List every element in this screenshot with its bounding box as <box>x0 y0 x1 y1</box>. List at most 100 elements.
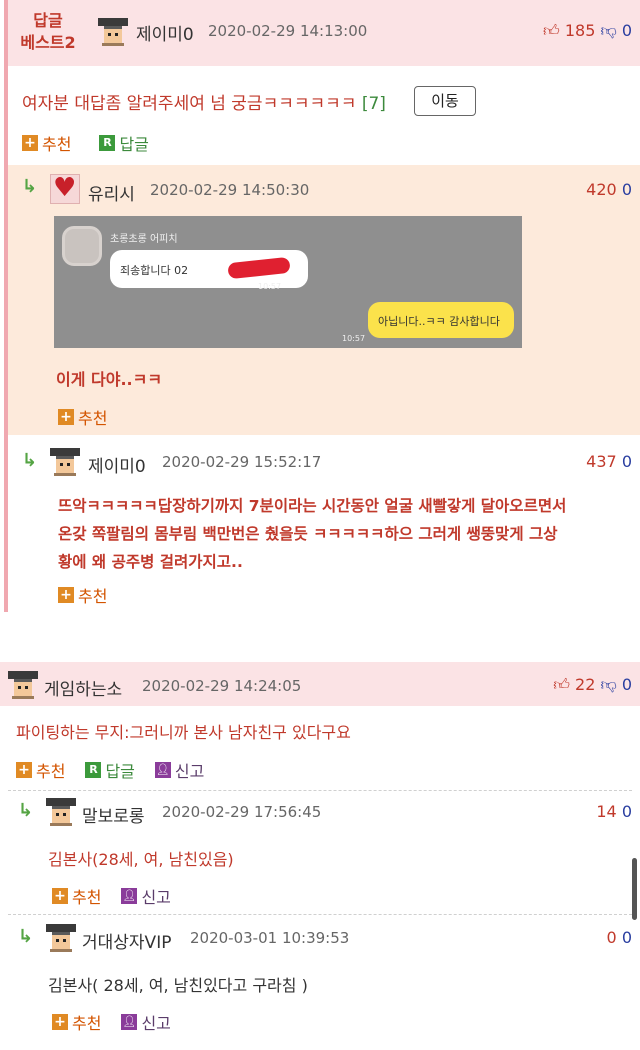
sender-name: 초롱초롱 어피치 <box>110 234 178 245</box>
reply-date: 2020-03-01 10:39:53 <box>190 929 350 947</box>
reply-actions: + 추천 👤︎ 신고 <box>52 1010 171 1034</box>
reply-text: 김본사( 28세, 여, 남친있다고 구라침 ) <box>48 976 308 995</box>
reply-actions: + 추천 <box>58 405 107 429</box>
scrollbar-thumb[interactable] <box>632 858 637 920</box>
outgoing-text: 아닙니다..ㅋㅋ 감사합니다 <box>378 315 500 328</box>
reply-score: 14 0 <box>540 802 632 821</box>
score-value: 437 <box>586 452 617 471</box>
score-zero: 0 <box>621 452 632 471</box>
up-count: 22 <box>575 675 596 694</box>
plus-icon: + <box>22 135 38 151</box>
reply-text: 김본사(28세, 여, 남친있음) <box>48 850 234 869</box>
reply-nick[interactable]: 거대상자VIP <box>82 928 171 953</box>
post-actions: + 추천 R 답글 👤︎ 신고 <box>16 758 204 782</box>
report-icon: 👤︎ <box>121 1014 138 1030</box>
post-date: 2020-02-29 14:24:05 <box>142 677 302 695</box>
reply-text-line-1: 뜨악ㅋㅋㅋㅋㅋ답장하기까지 7분이라는 시간동안 얼굴 새빨갛게 달아오르면서 <box>58 497 567 515</box>
author-nick[interactable]: 제이미0 <box>136 20 194 45</box>
reply-date: 2020-02-29 15:52:17 <box>162 453 322 471</box>
recommend-button[interactable]: 추천 <box>36 758 65 782</box>
recommend-button[interactable]: 추천 <box>42 131 71 155</box>
reply-score: 0 0 <box>540 928 632 947</box>
score-zero: 0 <box>621 180 632 199</box>
thumbs-up-icon[interactable]: 👍︎ <box>553 675 570 694</box>
plus-icon: + <box>52 1014 68 1030</box>
post-2: 게임하는소 2020-02-29 14:24:05 👍︎ 22 👎︎ 0 파이팅… <box>0 662 640 1050</box>
reply-score: 420 0 <box>540 180 632 199</box>
avatar <box>50 448 80 476</box>
down-count: 0 <box>621 21 632 40</box>
report-icon: 👤︎ <box>154 762 171 778</box>
reply-arrow-icon: ↳ <box>22 176 38 197</box>
avatar <box>8 671 38 699</box>
report-button[interactable]: 신고 <box>141 884 170 908</box>
plus-icon: + <box>16 762 32 778</box>
plus-icon: + <box>58 409 74 425</box>
report-button[interactable]: 신고 <box>175 758 204 782</box>
incoming-text: 죄송합니다 02 <box>120 264 189 277</box>
avatar <box>98 18 128 46</box>
reply-score: 437 0 <box>540 452 632 471</box>
reply-date: 2020-02-29 17:56:45 <box>162 803 322 821</box>
reply-r-icon: R <box>85 762 102 778</box>
report-icon: 👤︎ <box>121 888 138 904</box>
up-count: 185 <box>564 21 596 40</box>
down-count: 0 <box>621 675 632 694</box>
recommend-button[interactable]: 추천 <box>72 1010 101 1034</box>
post-1: 답글 베스트2 제이미0 2020-02-29 14:13:00 👍︎ 185 … <box>0 0 640 612</box>
divider <box>8 914 632 915</box>
score-value: 14 <box>596 802 617 821</box>
comment-count: [7] <box>361 94 386 114</box>
avatar <box>46 924 76 952</box>
post-title[interactable]: 파이팅하는 무지:그러니까 본사 남자친구 있다구요 <box>16 719 351 743</box>
thumbs-down-icon[interactable]: 👎︎ <box>600 675 616 694</box>
sender-avatar <box>62 226 102 266</box>
move-button[interactable]: 이동 <box>414 86 476 116</box>
score-value: 420 <box>586 180 617 199</box>
reply-actions: + 추천 <box>58 583 107 607</box>
post-actions: + 추천 R 답글 <box>22 131 149 155</box>
post-title-row: 여자분 대답좀 알려주세여 넘 궁금ㅋㅋㅋㅋㅋㅋ [7] <box>22 89 386 114</box>
reply-actions: + 추천 👤︎ 신고 <box>52 884 171 908</box>
reply-text: 이게 다야..ㅋㅋ <box>56 370 163 389</box>
outgoing-bubble: 아닙니다..ㅋㅋ 감사합니다 <box>368 302 514 338</box>
recommend-button[interactable]: 추천 <box>78 583 107 607</box>
reply-button[interactable]: 답글 <box>119 131 148 155</box>
best-badge-line1: 답글 <box>33 11 63 30</box>
reply-nick[interactable]: 유리시 <box>88 180 135 205</box>
thumbs-down-icon[interactable]: 👎︎ <box>600 21 616 40</box>
incoming-time: 10:57 <box>258 282 282 291</box>
heart-avatar: ♥ <box>50 173 80 204</box>
vote-counts: 👍︎ 22 👎︎ 0 <box>540 675 632 695</box>
reply-nick[interactable]: 말보로롱 <box>82 802 145 827</box>
reply-button[interactable]: 답글 <box>105 758 134 782</box>
score-zero: 0 <box>621 802 632 821</box>
scribble-redaction <box>227 256 291 280</box>
best-badge: 답글 베스트2 <box>18 10 78 54</box>
score-value: 0 <box>606 928 617 947</box>
reply-arrow-icon: ↳ <box>18 926 34 947</box>
outgoing-time: 10:57 <box>342 334 366 343</box>
reply-date: 2020-02-29 14:50:30 <box>150 181 310 199</box>
reply-arrow-icon: ↳ <box>22 450 38 471</box>
recommend-button[interactable]: 추천 <box>72 884 101 908</box>
author-nick[interactable]: 게임하는소 <box>44 675 122 700</box>
avatar <box>46 798 76 826</box>
chat-screenshot: 초롱초롱 어피치 죄송합니다 02 10:57 아닙니다..ㅋㅋ 감사합니다 1… <box>54 216 522 348</box>
reply-r-icon: R <box>99 135 116 151</box>
thumbs-up-icon[interactable]: 👍︎ <box>543 21 560 40</box>
divider <box>8 790 632 791</box>
reply-text-line-2: 온갖 쪽팔림의 몸부림 백만번은 췄을듯 ㅋㅋㅋㅋㅋ하으 그러게 쌩뚱맞게 그상 <box>58 525 558 543</box>
post-date: 2020-02-29 14:13:00 <box>208 22 368 40</box>
recommend-button[interactable]: 추천 <box>78 405 107 429</box>
best-badge-line2: 베스트2 <box>20 33 76 52</box>
reply-arrow-icon: ↳ <box>18 800 34 821</box>
plus-icon: + <box>52 888 68 904</box>
reply-text-line-3: 황에 왜 공주병 걸려가지고.. <box>58 553 243 571</box>
vote-counts: 👍︎ 185 👎︎ 0 <box>520 21 632 41</box>
plus-icon: + <box>58 587 74 603</box>
reply-nick[interactable]: 제이미0 <box>88 452 146 477</box>
post-title[interactable]: 여자분 대답좀 알려주세여 넘 궁금ㅋㅋㅋㅋㅋㅋ <box>22 94 356 114</box>
score-zero: 0 <box>621 928 632 947</box>
report-button[interactable]: 신고 <box>141 1010 170 1034</box>
